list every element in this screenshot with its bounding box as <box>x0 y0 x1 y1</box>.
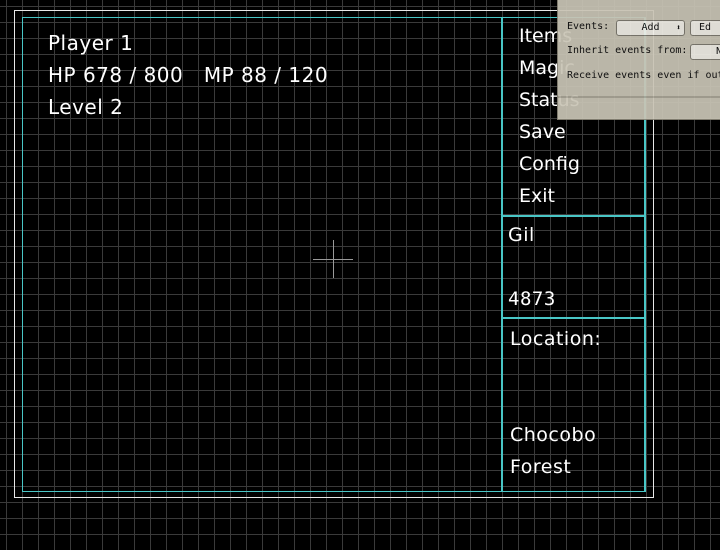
location-name-line2: Forest <box>510 456 572 478</box>
crosshair-vertical <box>333 240 334 278</box>
menu-item-save[interactable]: Save <box>519 116 566 148</box>
hp-mp-readout: HP 678 / 800 MP 88 / 120 <box>48 63 329 87</box>
inherit-events-dropdown[interactable]: N <box>690 44 720 60</box>
location-label: Location: <box>510 328 602 350</box>
location-panel: Location: Chocobo Forest <box>502 318 645 492</box>
editor-divider <box>558 96 720 98</box>
edit-button-label: Ed <box>699 22 712 33</box>
level-readout: Level 2 <box>48 95 124 119</box>
event-editor-window: Events: Add ⬍ Ed Inherit events from: N … <box>557 0 720 120</box>
status-panel: Player 1 HP 678 / 800 MP 88 / 120 Level … <box>22 17 502 492</box>
dropdown-arrows-icon: ⬍ <box>676 23 681 32</box>
events-dropdown-value: Add <box>641 22 660 33</box>
inherit-events-value: N <box>716 46 720 57</box>
edit-button[interactable]: Ed <box>690 20 720 36</box>
menu-item-config[interactable]: Config <box>519 148 580 180</box>
menu-item-exit[interactable]: Exit <box>519 180 555 212</box>
gil-label: Gil <box>508 224 535 246</box>
events-dropdown[interactable]: Add ⬍ <box>616 20 685 36</box>
player-name: Player 1 <box>48 31 134 55</box>
receive-events-label: Receive events even if out <box>567 70 720 81</box>
events-label: Events: <box>567 21 610 32</box>
location-name-line1: Chocobo <box>510 424 597 446</box>
inherit-events-label: Inherit events from: <box>567 45 688 56</box>
gil-panel: Gil 4873 <box>502 216 645 318</box>
gil-value: 4873 <box>508 288 556 310</box>
